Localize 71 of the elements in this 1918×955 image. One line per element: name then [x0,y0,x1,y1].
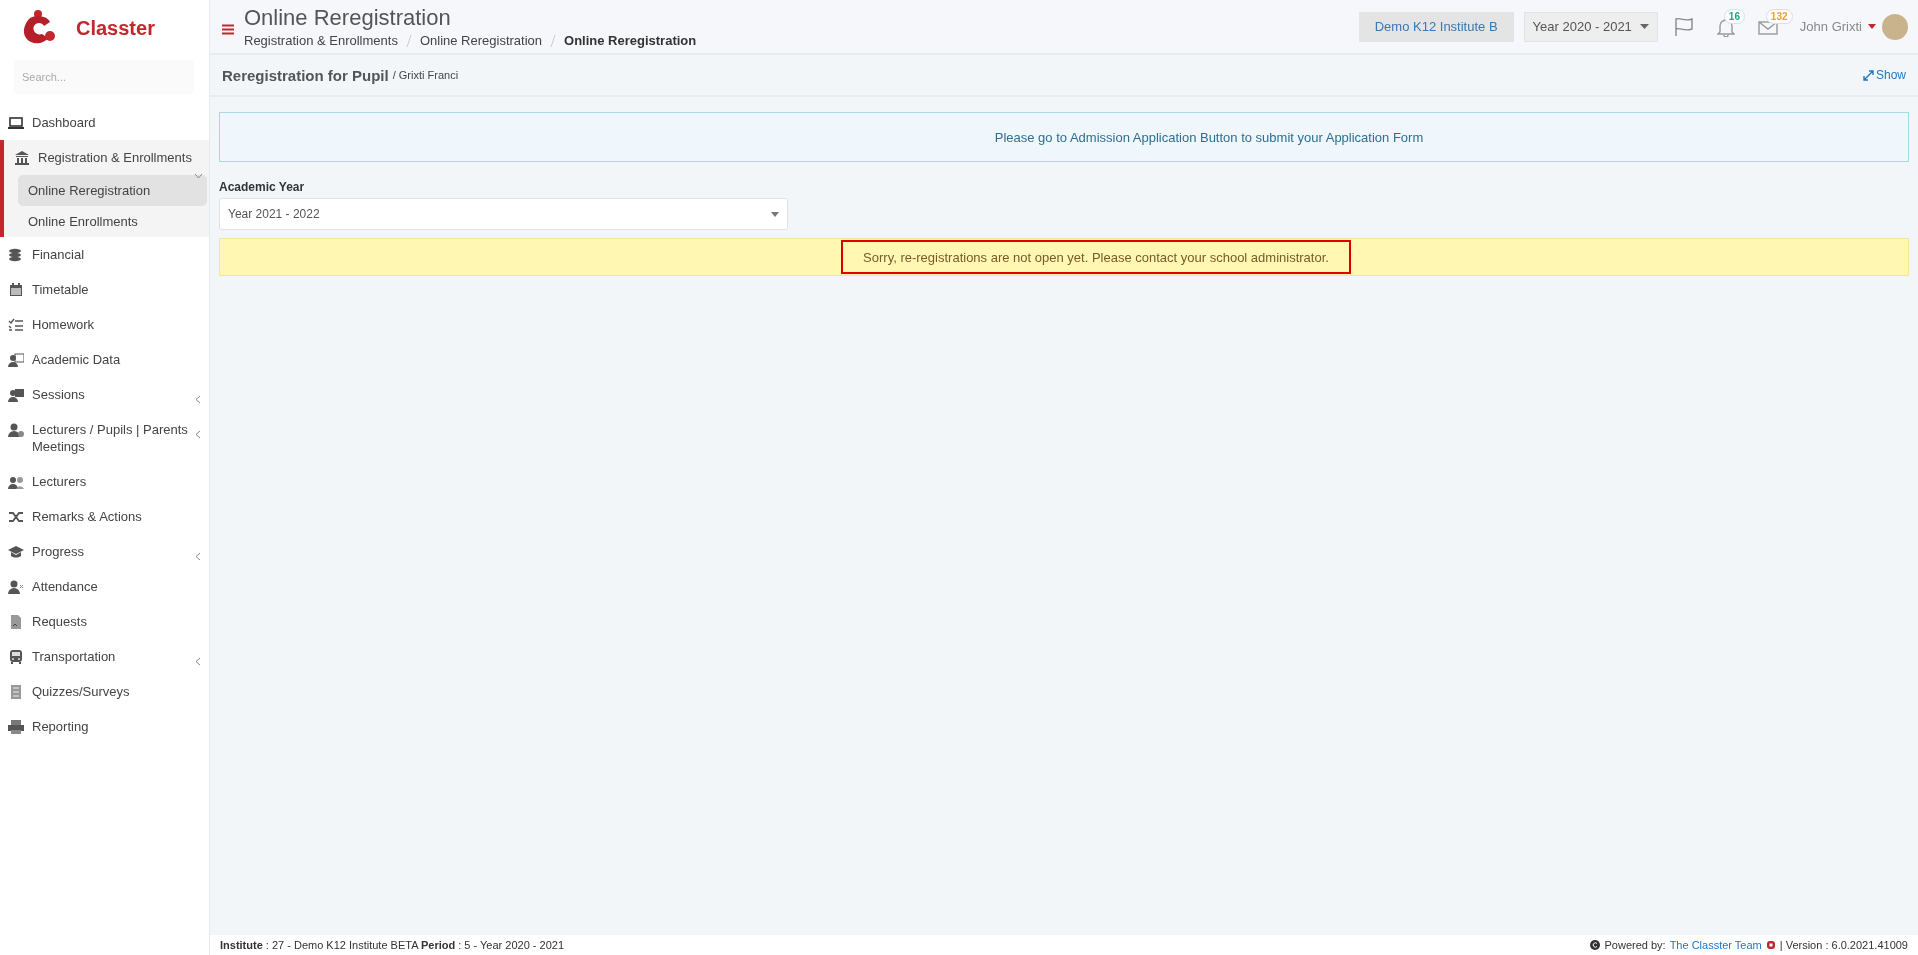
bus-icon [8,649,24,665]
bank-icon [14,150,30,166]
version-text: | Version : 6.0.2021.41009 [1779,939,1908,951]
chevron-left-icon [195,430,201,439]
page-title: Online Reregistration [244,5,452,31]
caret-icon [1868,24,1876,29]
academic-year-dropdown[interactable]: Year 2021 - 2022 [219,198,788,230]
sidebar-item[interactable]: Quizzes/Surveys [0,674,209,709]
shuffle-icon [8,509,24,525]
sidebar-item[interactable]: Sessions [0,377,209,412]
sidebar-item[interactable]: Transportation [0,639,209,674]
sidebar-item[interactable]: Reporting [0,709,209,744]
brand-name: Classter [76,16,155,40]
show-link[interactable]: Show [1862,68,1906,82]
caret-icon [1639,24,1649,29]
footer-info: Institute : 27 - Demo K12 Institute BETA Period : 5 - Year 2020 - 2021 [220,939,566,951]
flag-icon[interactable] [1673,16,1694,37]
people-icon [8,474,24,490]
graduation-cap-icon [8,544,24,560]
person-clock-icon [8,422,24,438]
sidebar-item[interactable]: Academic Data [0,342,209,377]
sidebar-item[interactable]: Remarks & Actions [0,499,209,534]
sidebar-item[interactable]: Requests [0,604,209,639]
coins-icon [8,247,24,263]
breadcrumb-link[interactable]: Registration & Enrollments [244,33,398,48]
list-icon [8,684,24,700]
search-field[interactable]: Search... [14,60,194,94]
chevron-down-icon [194,173,203,179]
copyright-icon [1590,940,1601,950]
sidebar-item[interactable]: Dashboard [0,105,209,140]
pupil-name: / Grixti Franci [392,69,460,81]
envelope-icon[interactable] [1757,18,1778,35]
message-count: 132 [1765,8,1793,24]
caret-icon [771,211,779,217]
sidebar-item[interactable]: Lecturers / Pupils | Parents Meetings [0,412,209,464]
submenu-item[interactable]: Online Enrollments [18,206,207,237]
classroom-icon [8,387,24,403]
printer-icon [8,719,24,735]
warning-message: Sorry, re-registrations are not open yet. Please contact your school administrator. [841,240,1351,274]
person-cross-icon [8,579,24,595]
sidebar-item[interactable]: Registration & Enrollments [4,140,209,175]
sidebar-item[interactable]: Attendance [0,569,209,604]
chevron-left-icon [195,552,201,561]
notification-count: 16 [1723,8,1745,24]
avatar[interactable] [1882,13,1908,40]
document-icon [8,614,24,630]
powered-by-text: Powered by: [1604,939,1666,951]
checklist-icon [8,317,24,333]
submenu-item[interactable]: Online Reregistration [18,175,207,206]
expand-icon [1862,69,1874,81]
calendar-icon [8,282,24,298]
sidebar-item[interactable]: Homework [0,307,209,342]
chevron-left-icon [195,395,201,404]
sidebar-item[interactable]: Lecturers [0,464,209,499]
team-link[interactable]: The Classter Team [1669,939,1762,951]
laptop-icon [8,115,24,131]
sidebar-item[interactable]: Progress [0,534,209,569]
breadcrumb-link[interactable]: Online Reregistration [419,33,543,48]
presentation-icon [8,352,24,368]
sidebar-item[interactable]: Financial [0,237,209,272]
section-heading: Reregistration for Pupil [222,66,389,84]
info-message: Please go to Admission Application Button to submit your Application Form [219,112,1909,162]
year-dropdown[interactable]: Year 2020 - 2021 [1523,11,1658,42]
field-label: Academic Year [219,180,306,194]
institute-button[interactable]: Demo K12 Institute B [1358,11,1514,42]
breadcrumb-separator-icon [405,34,412,47]
breadcrumb-separator-icon [550,34,557,47]
logo-icon [1765,940,1776,950]
menu-icon[interactable] [222,24,234,35]
sidebar-item[interactable]: Timetable [0,272,209,307]
chevron-left-icon [195,657,201,666]
